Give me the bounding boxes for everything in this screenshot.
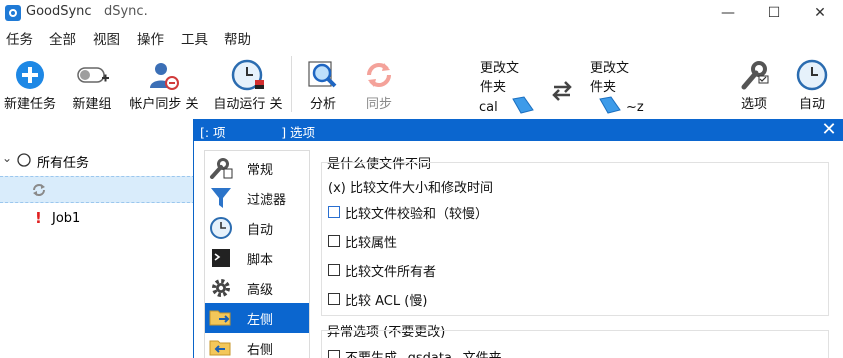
tree-item-all-jobs[interactable]: ⌄ 所有任务 (0, 150, 190, 172)
option-compare-owner: 比较文件所有者 (345, 265, 437, 280)
title-bar: GoodSync dSync. — ☐ ✕ (0, 0, 843, 26)
sidebar-label-left: 左侧 (247, 313, 274, 328)
sidebar-item-advanced[interactable]: 高级 (205, 273, 309, 303)
account-sync-button[interactable]: 帐户同步 关 (124, 58, 204, 114)
swap-arrows-icon[interactable] (550, 80, 574, 102)
sync-arrows-icon (367, 63, 391, 87)
sidebar-label-filters: 过滤器 (247, 193, 287, 208)
options-dialog: [: 项 ] 选项 ✕ 常规 过滤器 自动 脚本 高级 左侧 右侧 是什么使文件… (193, 119, 843, 358)
left-folder-panel[interactable]: 更改文件夹 cal (478, 58, 550, 118)
plus-circle-icon (16, 61, 44, 89)
dialog-title: [: 项 ] 选项 (200, 125, 316, 140)
all-jobs-label: 所有任务 (37, 156, 90, 171)
wrench-icon (210, 158, 233, 179)
filter-icon (211, 188, 231, 208)
menu-item-tools[interactable]: 工具 (181, 28, 208, 48)
right-folder-path: ~z (626, 100, 644, 115)
clock-icon (231, 59, 264, 91)
option-compare-size-time[interactable]: (x) 比较文件大小和修改时间 (328, 177, 493, 196)
toolbar-separator (291, 56, 292, 112)
new-group-button[interactable]: 新建组 (64, 58, 120, 114)
auto-run-button[interactable]: 自动运行 关 (208, 58, 288, 114)
dialog-title-bar: [: 项 ] 选项 ✕ (194, 119, 843, 141)
group-icon (77, 67, 109, 83)
option-compare-checksum: 比较文件校验和（较慢） (345, 207, 489, 222)
right-folder-panel[interactable]: 更改文件夹 ~z (588, 58, 660, 118)
radio-circle-icon (17, 153, 31, 167)
options-button[interactable]: 选项 (730, 58, 778, 114)
folder-arrow-icon (209, 340, 231, 356)
job1-label: Job1 (52, 211, 81, 226)
close-window-button[interactable]: ✕ (797, 0, 843, 26)
checkbox-no-gsdata[interactable] (328, 350, 340, 358)
minimize-button[interactable]: — (705, 0, 751, 26)
checkbox-compare-acl[interactable] (328, 293, 340, 305)
dialog-close-button[interactable]: ✕ (814, 119, 843, 141)
tree-item-job1[interactable]: ! Job1 (0, 209, 190, 231)
wrench-icon (741, 61, 769, 90)
magnifier-icon (308, 61, 337, 88)
error-icon: ! (35, 209, 42, 227)
clock-icon (796, 59, 828, 91)
account-sync-label: 帐户同步 关 (129, 97, 199, 112)
maximize-button[interactable]: ☐ (751, 0, 797, 26)
sync-arrows-icon (33, 184, 45, 196)
auto-label: 自动 (798, 97, 826, 112)
folder-icon (599, 96, 621, 114)
option-compare-acl: 比较 ACL (慢) (345, 294, 428, 309)
sidebar-item-auto[interactable]: 自动 (205, 213, 309, 243)
sidebar-label-auto: 自动 (247, 223, 274, 238)
left-folder-path: cal (479, 100, 498, 115)
sidebar-item-script[interactable]: 脚本 (205, 243, 309, 273)
sidebar-label-general: 常规 (247, 163, 274, 178)
goodsync-window: GoodSync dSync. — ☐ ✕ 任务 全部 视图 操作 工具 帮助 … (0, 0, 843, 358)
group-box-line (321, 162, 829, 163)
option-no-gsdata: 不要生成 _gsdata_ 文件夹 (345, 347, 502, 358)
app-logo-icon (5, 5, 21, 21)
checkbox-compare-attributes[interactable] (328, 235, 340, 247)
sidebar-label-right: 右侧 (247, 343, 274, 358)
auto-run-label: 自动运行 关 (213, 97, 283, 112)
menu-item-view[interactable]: 视图 (93, 28, 120, 48)
sidebar-item-general[interactable]: 常规 (205, 153, 309, 183)
menu-item-help[interactable]: 帮助 (224, 28, 251, 48)
auto-button[interactable]: 自动 (788, 58, 836, 114)
right-change-folder-label: 更改文件夹 (590, 61, 630, 95)
sidebar-label-advanced: 高级 (247, 283, 274, 298)
checkbox-compare-checksum[interactable] (328, 206, 340, 218)
clock-icon (210, 217, 232, 239)
chevron-down-icon[interactable]: ⌄ (2, 151, 12, 165)
option-compare-attributes: 比较属性 (345, 236, 398, 251)
folder-arrow-icon (209, 310, 231, 326)
app-name: GoodSync (26, 4, 92, 19)
title-suffix: dSync. (103, 4, 148, 19)
new-job-button[interactable]: 新建任务 (0, 58, 60, 114)
folder-icon (512, 96, 534, 114)
tree-item-selected-group[interactable] (0, 176, 195, 203)
checkbox-compare-owner[interactable] (328, 264, 340, 276)
sync-label: 同步 (365, 97, 393, 112)
menu-item-all[interactable]: 全部 (49, 28, 76, 48)
new-job-label: 新建任务 (3, 97, 57, 112)
sidebar-label-script: 脚本 (247, 253, 274, 268)
user-sync-icon (150, 63, 179, 90)
left-change-folder-label: 更改文件夹 (480, 61, 520, 95)
menu-item-actions[interactable]: 操作 (137, 28, 164, 48)
analyze-label: 分析 (309, 97, 337, 112)
sync-button[interactable]: 同步 (354, 58, 404, 114)
sidebar-item-left[interactable]: 左侧 (205, 303, 309, 333)
sidebar-item-filters[interactable]: 过滤器 (205, 183, 309, 213)
terminal-icon (212, 249, 230, 267)
window-title: GoodSync dSync. (26, 4, 148, 19)
options-label: 选项 (740, 97, 768, 112)
new-group-label: 新建组 (72, 97, 112, 112)
menu-item-task[interactable]: 任务 (6, 28, 33, 48)
analyze-button[interactable]: 分析 (298, 58, 348, 114)
sidebar-item-right[interactable]: 右侧 (205, 333, 309, 358)
gear-icon (212, 279, 230, 297)
